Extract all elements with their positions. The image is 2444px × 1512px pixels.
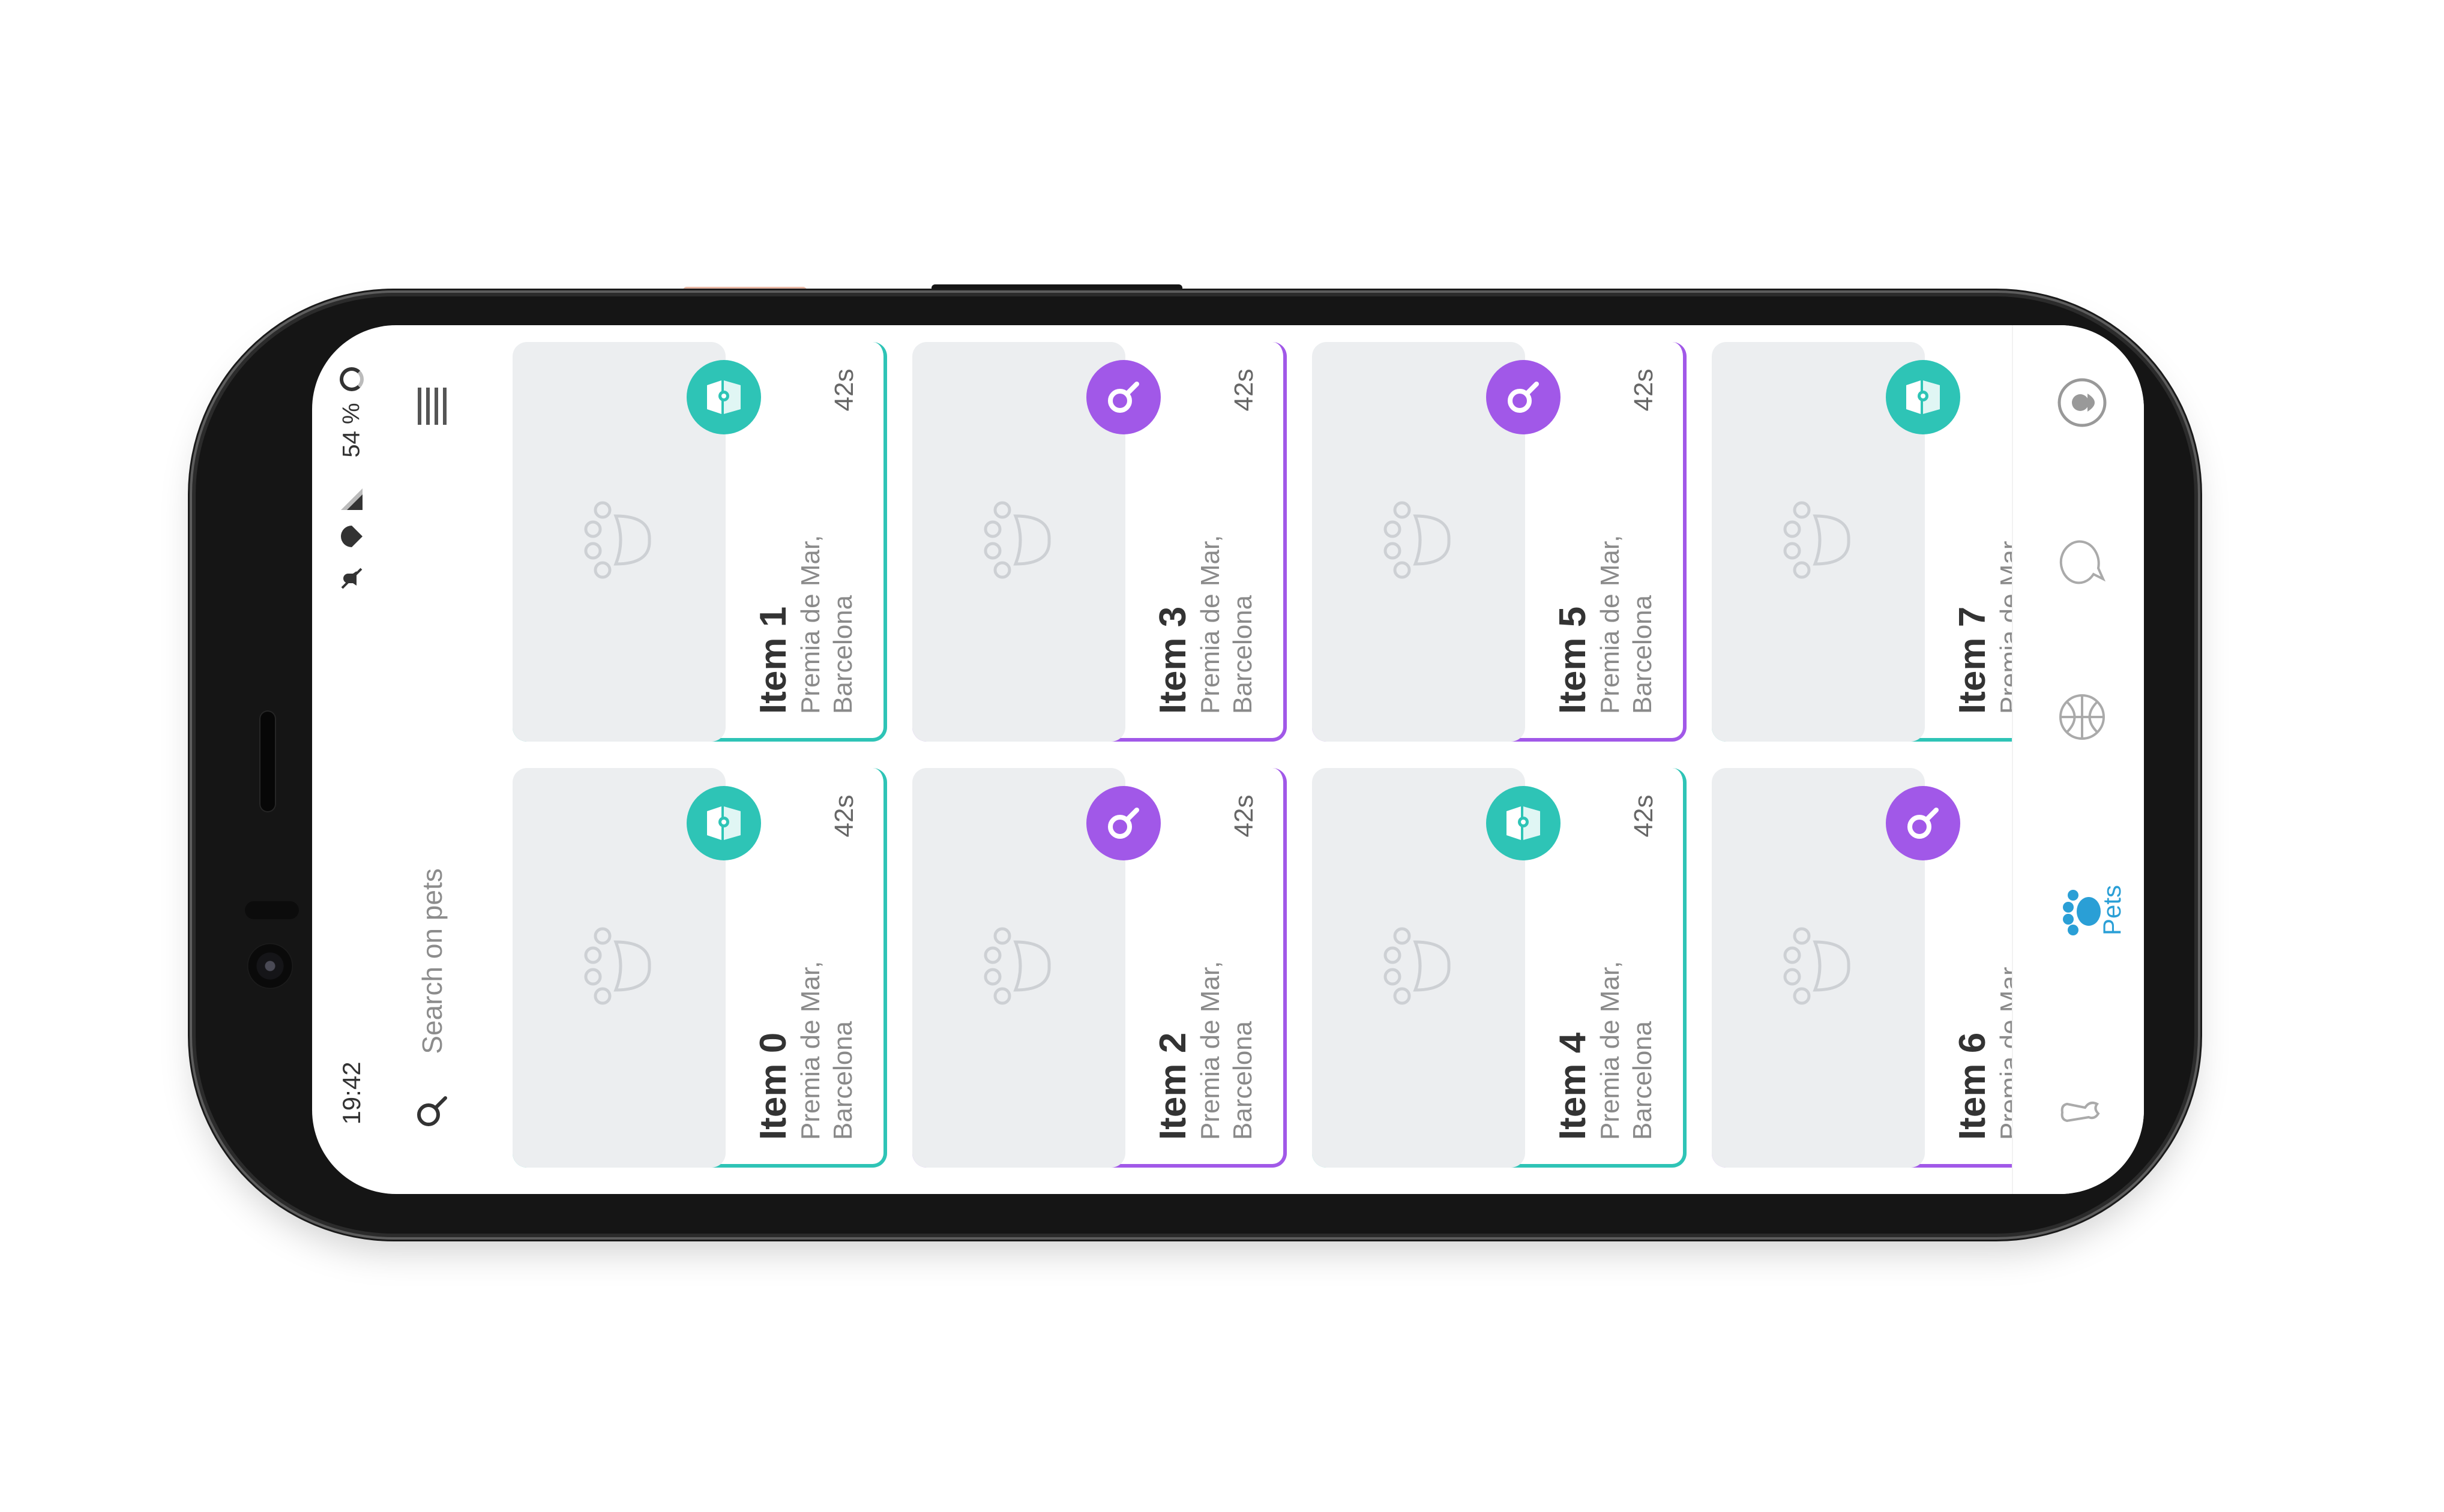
pet-card[interactable]: 42s Item 0 Premia de Mar, Barcelona <box>513 768 887 1168</box>
filter-menu-icon[interactable] <box>414 385 450 427</box>
paw-placeholder-icon <box>1378 498 1462 582</box>
paw-placeholder-icon <box>1778 498 1862 582</box>
card-location: Premia de Mar, Barcelona <box>1595 961 1657 1140</box>
pet-card[interactable]: 42s Item 1 Premia de Mar, Barcelona <box>513 342 887 742</box>
front-camera <box>247 943 293 989</box>
card-title: Item 5 <box>1552 606 1594 714</box>
card-title: Item 4 <box>1552 1032 1594 1140</box>
profile-icon[interactable] <box>2055 376 2109 430</box>
map-icon-badge <box>687 360 761 434</box>
card-title: Item 1 <box>753 606 794 714</box>
chat-icon[interactable] <box>2055 532 2109 586</box>
search-icon-badge <box>1086 786 1161 860</box>
bottom-navigation: Pets <box>2012 325 2144 1194</box>
basketball-icon[interactable] <box>2055 690 2109 744</box>
search-icon-badge <box>1086 360 1161 434</box>
paw-placeholder-icon <box>1778 924 1862 1008</box>
card-title: Item 7 <box>1952 606 1993 714</box>
signal-icon <box>341 488 363 510</box>
search-input[interactable]: Search on pets <box>416 868 448 1054</box>
card-location: Premia de Mar, Barcelona <box>796 961 858 1140</box>
card-location: Premia de Mar, Barcelona <box>1595 535 1657 714</box>
paw-placeholder-icon <box>1378 924 1462 1008</box>
search-icon-badge <box>1486 360 1561 434</box>
nav-label-pets: Pets <box>2098 884 2126 936</box>
card-title: Item 0 <box>753 1032 794 1140</box>
battery-percentage: 54 % <box>338 403 365 458</box>
pet-card[interactable]: 42s Item 5 Premia de Mar, Barcelona <box>1312 342 1687 742</box>
search-icon[interactable] <box>413 1092 451 1130</box>
pet-card[interactable]: 42s Item 3 Premia de Mar, Barcelona <box>912 342 1287 742</box>
card-title: Item 3 <box>1152 606 1194 714</box>
sensor-grille <box>245 901 299 919</box>
map-icon-badge <box>1886 360 1960 434</box>
notifications-muted-icon <box>341 568 363 589</box>
map-icon-badge <box>687 786 761 860</box>
paw-placeholder-icon <box>978 498 1062 582</box>
earpiece-speaker <box>259 710 276 812</box>
status-bar: 54 % 19:42 <box>322 325 382 1194</box>
bone-icon[interactable] <box>2055 1086 2109 1140</box>
card-title: Item 2 <box>1152 1032 1194 1140</box>
paw-placeholder-icon <box>978 924 1062 1008</box>
card-title: Item 6 <box>1952 1032 1993 1140</box>
card-location: Premia de Mar, Barcelona <box>1196 535 1257 714</box>
status-time: 19:42 <box>337 1061 366 1125</box>
card-location: Premia de Mar, Barcelona <box>1196 961 1257 1140</box>
pet-card[interactable]: 42s Item 4 Premia de Mar, Barcelona <box>1312 768 1687 1168</box>
wifi-icon <box>341 526 363 547</box>
pet-card[interactable]: 42s Item 2 Premia de Mar, Barcelona <box>912 768 1287 1168</box>
battery-icon <box>340 367 364 391</box>
map-icon-badge <box>1486 786 1561 860</box>
search-icon-badge <box>1886 786 1960 860</box>
paw-placeholder-icon <box>579 924 663 1008</box>
paw-placeholder-icon <box>579 498 663 582</box>
card-location: Premia de Mar, Barcelona <box>796 535 858 714</box>
app-screen: 54 % 19:42 Search on pets 42s Item 1 Pre… <box>312 325 2144 1194</box>
